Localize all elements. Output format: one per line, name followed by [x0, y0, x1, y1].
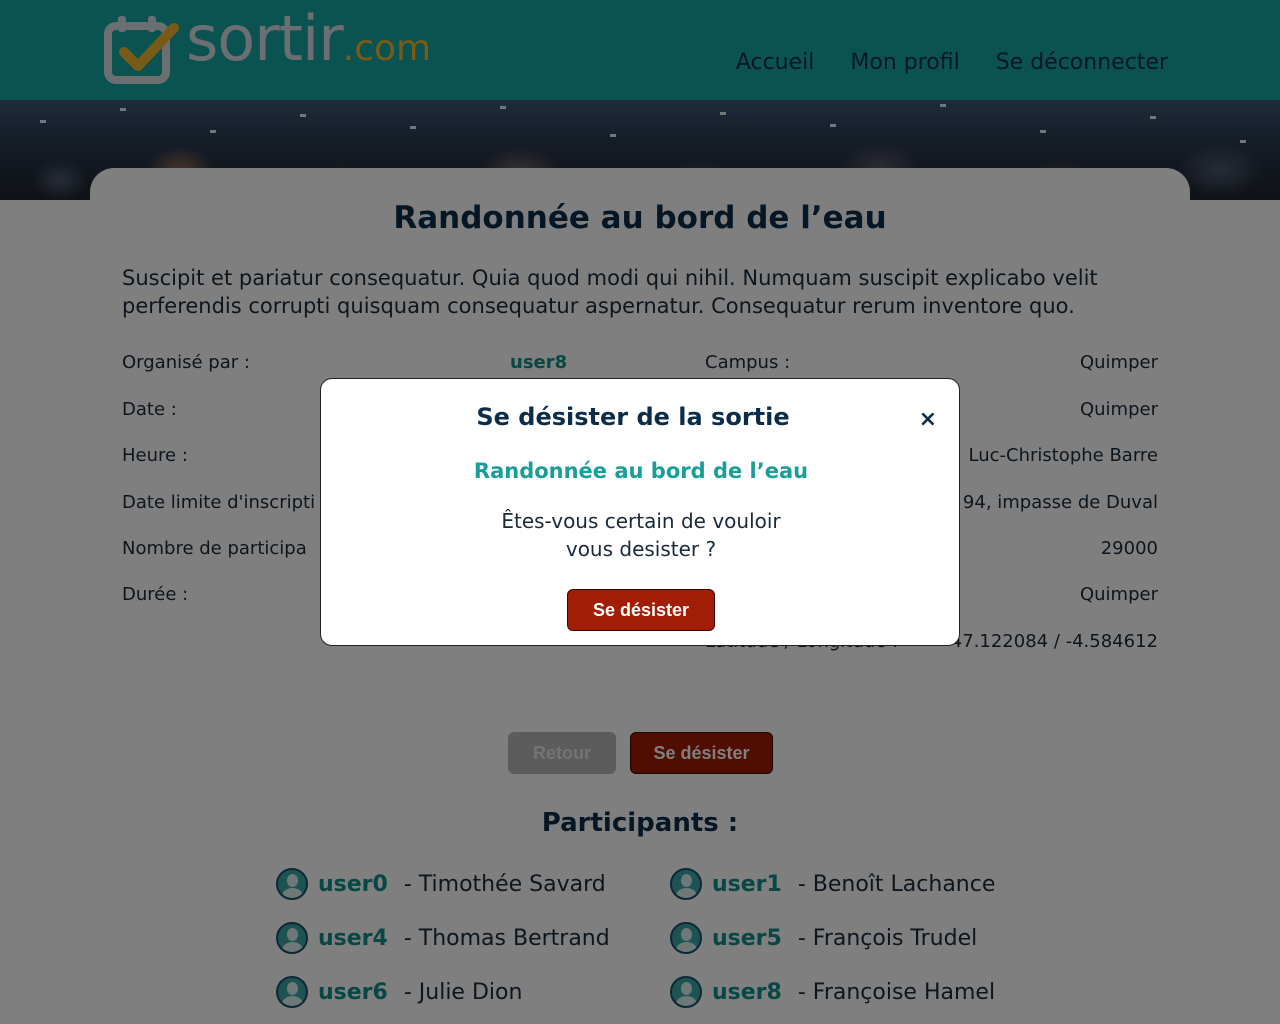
- modal-event-name: Randonnée au bord de l’eau: [473, 459, 809, 483]
- close-icon[interactable]: ×: [919, 407, 937, 432]
- confirm-leave-button[interactable]: Se désister: [567, 589, 715, 631]
- leave-confirm-modal: Se désister de la sortie × Randonnée au …: [320, 378, 960, 646]
- modal-message: Êtes-vous certain de vouloir vous desist…: [501, 509, 781, 561]
- modal-title: Se désister de la sortie: [476, 403, 790, 431]
